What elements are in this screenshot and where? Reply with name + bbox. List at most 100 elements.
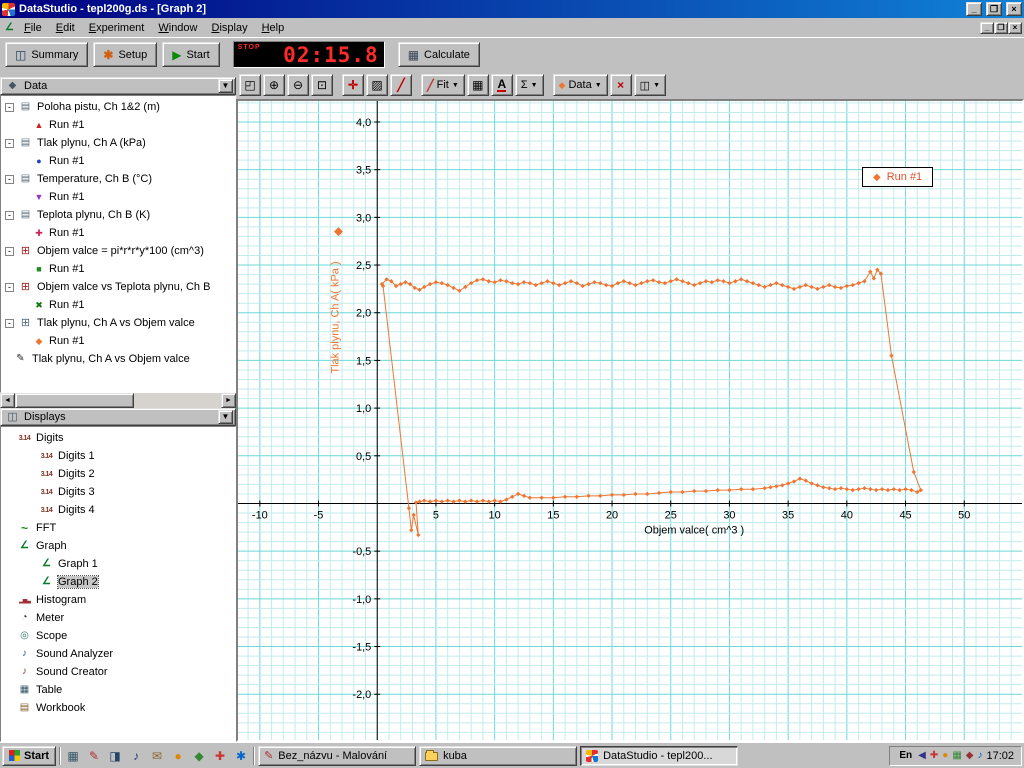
menu-experiment[interactable]: Experiment	[82, 20, 152, 36]
menu-display[interactable]: Display	[205, 20, 255, 36]
quicklaunch-icon-2[interactable]: ✎	[85, 747, 103, 765]
zoom-select-button[interactable]: ⊡	[311, 74, 333, 96]
data-panel-menu-button[interactable]: ▼	[218, 79, 233, 93]
scrollbar-track[interactable]	[15, 393, 221, 408]
displays-panel-header[interactable]: Displays ▼	[0, 408, 236, 426]
task-button-datastudio[interactable]: DataStudio - tepl200...	[580, 745, 739, 766]
display-item[interactable]: Histogram	[1, 591, 235, 609]
zoom-out-button[interactable]: ⊖	[287, 74, 309, 96]
task-button-folder[interactable]: kuba	[419, 745, 578, 766]
quicklaunch-icon-9[interactable]: ✱	[232, 747, 250, 765]
collapse-icon[interactable]: -	[5, 282, 14, 292]
tray-icon-4[interactable]: ▦	[952, 750, 961, 761]
display-item[interactable]: Meter	[1, 609, 235, 627]
display-item[interactable]: Table	[1, 681, 235, 699]
display-item[interactable]: FFT	[1, 519, 235, 537]
data-tree-hscrollbar[interactable]: ◄ ►	[0, 393, 236, 408]
collapse-icon[interactable]: -	[5, 210, 14, 220]
selection-tool-button[interactable]: ▨	[366, 74, 388, 96]
data-run-item[interactable]: ▲ Run #1	[1, 116, 235, 134]
text-tool-button[interactable]: A	[490, 74, 513, 96]
display-item[interactable]: Scope	[1, 627, 235, 645]
data-item[interactable]: - Objem valce vs Teplota plynu, Ch B	[1, 278, 235, 296]
data-run-item[interactable]: ● Run #1	[1, 152, 235, 170]
quicklaunch-icon-3[interactable]: ◨	[106, 747, 124, 765]
collapse-icon[interactable]: -	[5, 102, 14, 112]
calculator-tool-button[interactable]: ▦	[466, 74, 489, 96]
display-item[interactable]: Sound Analyzer	[1, 645, 235, 663]
slope-tool-button[interactable]: ╱	[390, 74, 412, 96]
data-item[interactable]: - Teplota plynu, Ch B (K)	[1, 206, 235, 224]
collapse-icon[interactable]: -	[5, 318, 14, 328]
statistics-menu-button[interactable]: Σ ▼	[514, 74, 544, 96]
quicklaunch-icon-7[interactable]: ◆	[190, 747, 208, 765]
tray-icon-2[interactable]: ✚	[930, 750, 938, 761]
task-button-paint[interactable]: Bez_názvu - Malování	[258, 745, 417, 766]
remove-button[interactable]: ×	[609, 74, 632, 96]
data-item[interactable]: - Temperature, Ch B (°C)	[1, 170, 235, 188]
keyboard-layout-indicator[interactable]: En	[897, 750, 914, 761]
display-item-selected[interactable]: Graph 2	[1, 573, 235, 591]
tray-icon-5[interactable]: ◆	[966, 750, 974, 761]
data-item[interactable]: - Tlak plynu, Ch A (kPa)	[1, 134, 235, 152]
graph-window-icon[interactable]	[2, 23, 17, 33]
quicklaunch-icon-6[interactable]: ●	[169, 747, 187, 765]
collapse-icon[interactable]: -	[5, 138, 14, 148]
data-run-item[interactable]: ◆ Run #1	[1, 332, 235, 350]
quicklaunch-icon-8[interactable]: ✚	[211, 747, 229, 765]
minimize-button[interactable]: _	[966, 2, 982, 16]
data-menu-button[interactable]: Data ▼	[552, 74, 608, 96]
summary-button[interactable]: Summary	[5, 42, 89, 67]
scrollbar-thumb[interactable]	[15, 393, 135, 408]
quicklaunch-icon-4[interactable]: ♪	[127, 747, 145, 765]
data-run-item[interactable]: ✚ Run #1	[1, 224, 235, 242]
data-run-item[interactable]: ■ Run #1	[1, 260, 235, 278]
start-menu-button[interactable]: Start	[2, 745, 57, 766]
display-item[interactable]: Digits	[1, 429, 235, 447]
data-item[interactable]: - Poloha pistu, Ch 1&2 (m)	[1, 98, 235, 116]
display-item[interactable]: Workbook	[1, 699, 235, 717]
display-item[interactable]: Graph 1	[1, 555, 235, 573]
legend[interactable]: ◆ Run #1	[862, 167, 934, 187]
scroll-left-button[interactable]: ◄	[0, 393, 15, 408]
graph-plot[interactable]: -10 -5 5 10 15 20 25 30 35 40 45 50 4,0 3,5 3,0 2,5 2,0 1…	[238, 101, 1022, 740]
data-item[interactable]: - Objem valce = pi*r*r*y*100 (cm^3)	[1, 242, 235, 260]
data-run-item[interactable]: ▼ Run #1	[1, 188, 235, 206]
data-panel-header[interactable]: Data ▼	[0, 77, 236, 95]
start-button[interactable]: Start	[162, 42, 220, 67]
menu-edit[interactable]: Edit	[49, 20, 82, 36]
display-item[interactable]: Digits 1	[1, 447, 235, 465]
data-item[interactable]: Tlak plynu, Ch A vs Objem valce	[1, 350, 235, 368]
tray-volume-icon[interactable]: ◀	[918, 750, 926, 761]
fit-menu-button[interactable]: Fit ▼	[421, 74, 465, 96]
child-restore-button[interactable]: ❐	[994, 21, 1008, 34]
smart-tool-button[interactable]: ✛	[342, 74, 364, 96]
restore-button[interactable]: ❐	[986, 2, 1002, 16]
child-close-button[interactable]: ×	[1008, 21, 1022, 34]
x-axis-title[interactable]: Objem valce( cm^3 )	[644, 524, 744, 536]
display-item[interactable]: Digits 2	[1, 465, 235, 483]
zoom-in-button[interactable]: ⊕	[263, 74, 285, 96]
menu-file[interactable]: File	[17, 20, 49, 36]
setup-button[interactable]: Setup	[93, 42, 158, 67]
clock[interactable]: 17:02	[986, 750, 1014, 762]
quicklaunch-icon-1[interactable]: ▦	[64, 747, 82, 765]
collapse-icon[interactable]: -	[5, 246, 14, 256]
data-item[interactable]: - Tlak plynu, Ch A vs Objem valce	[1, 314, 235, 332]
display-item[interactable]: Digits 3	[1, 483, 235, 501]
collapse-icon[interactable]: -	[5, 174, 14, 184]
scroll-right-button[interactable]: ►	[221, 393, 236, 408]
child-minimize-button[interactable]: _	[980, 21, 994, 34]
y-axis-title[interactable]: Tlak plynu, Ch A( kPa )	[330, 261, 342, 373]
graph-settings-menu-button[interactable]: ◫ ▼	[633, 74, 666, 96]
tray-icon-6[interactable]: ♪	[977, 750, 982, 761]
display-item[interactable]: Digits 4	[1, 501, 235, 519]
quicklaunch-icon-5[interactable]: ✉	[148, 747, 166, 765]
data-run-item[interactable]: ✖ Run #1	[1, 296, 235, 314]
display-item[interactable]: Graph	[1, 537, 235, 555]
displays-panel-menu-button[interactable]: ▼	[218, 410, 233, 424]
close-button[interactable]: ×	[1006, 2, 1022, 16]
scale-to-fit-button[interactable]: ◰	[239, 74, 261, 96]
menu-help[interactable]: Help	[255, 20, 292, 36]
menu-window[interactable]: Window	[151, 20, 204, 36]
